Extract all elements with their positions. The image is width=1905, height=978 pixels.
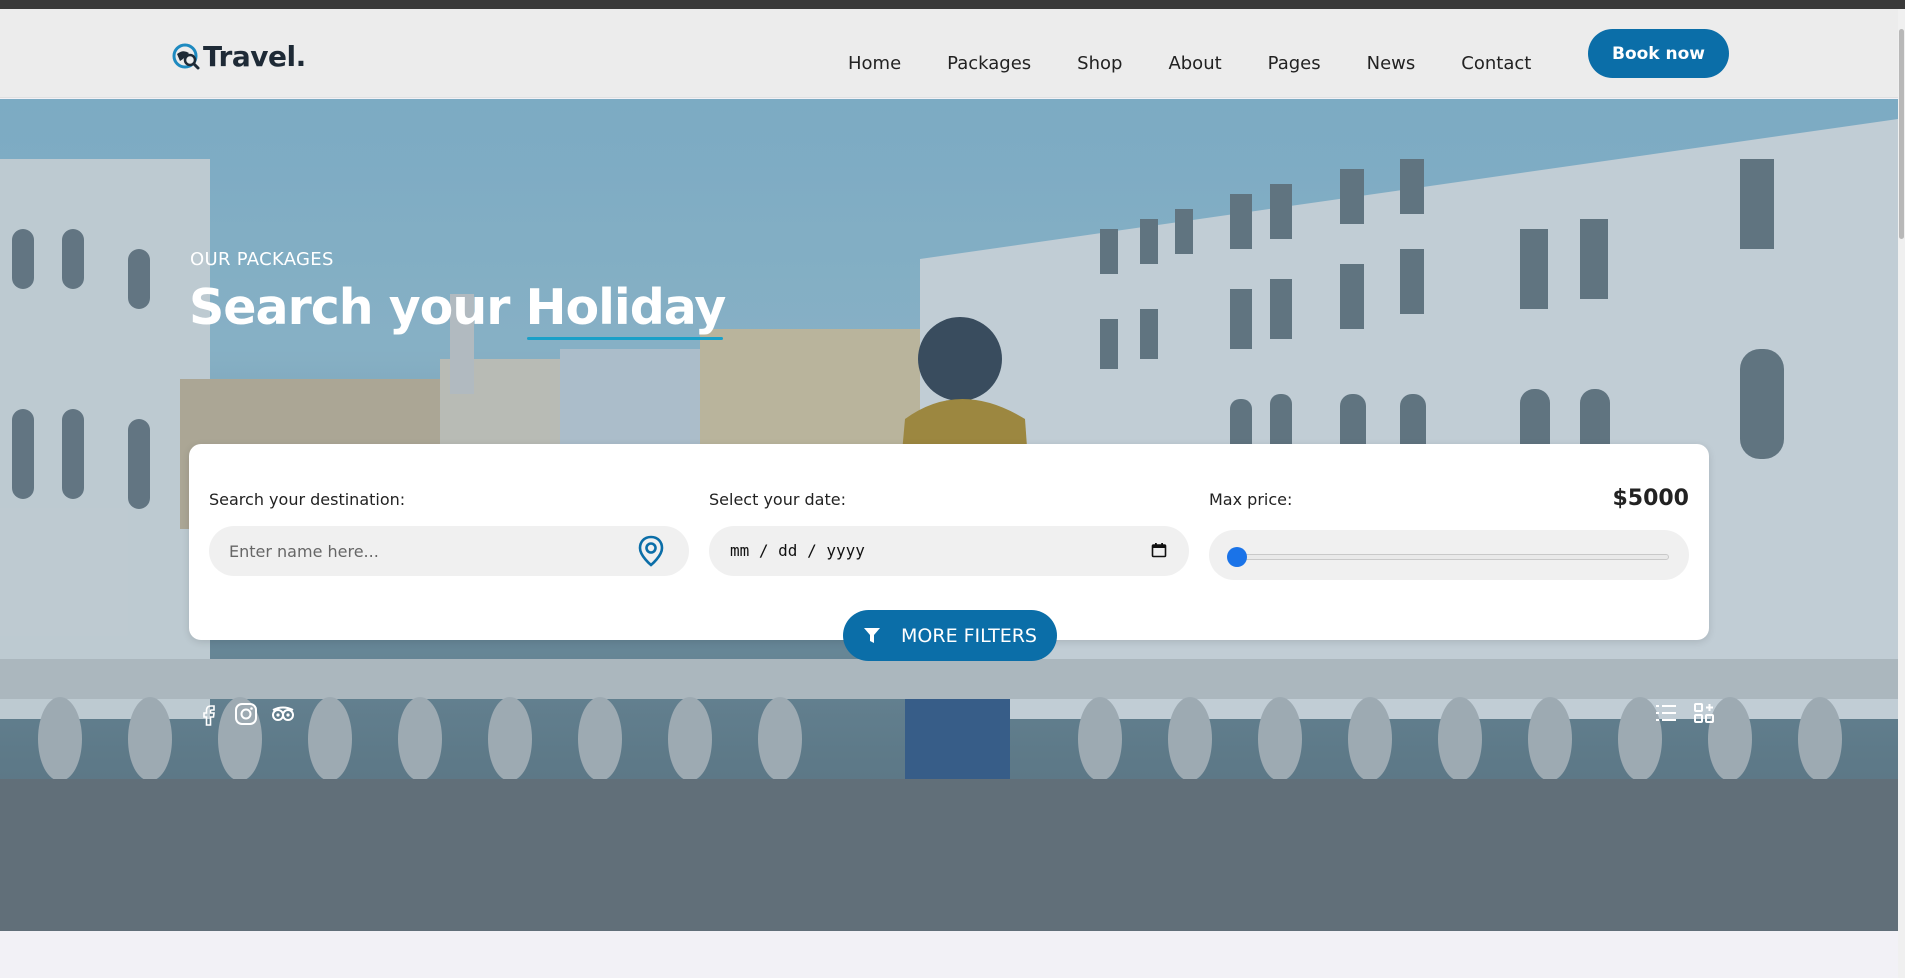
site-header: Travel. Home Packages Shop About Pages N… <box>0 9 1898 98</box>
view-toggle-group <box>1640 701 1716 725</box>
title-prefix: Search your <box>189 279 526 336</box>
tripadvisor-icon[interactable] <box>270 701 296 727</box>
more-filters-label: MORE FILTERS <box>901 624 1037 647</box>
nav-news[interactable]: News <box>1367 53 1416 74</box>
list-view-icon[interactable] <box>1654 701 1678 725</box>
page-title: Search your Holiday <box>189 279 726 340</box>
date-label: Select your date: <box>709 490 846 509</box>
filter-icon <box>864 627 881 643</box>
facebook-icon[interactable] <box>196 701 222 727</box>
hero-eyebrow: OUR PACKAGES <box>190 249 334 270</box>
destination-input[interactable] <box>229 526 629 576</box>
max-price-value: $5000 <box>1612 486 1689 511</box>
date-input-value[interactable]: mm / dd / yyyy <box>730 541 865 560</box>
location-pin-icon[interactable] <box>635 535 667 567</box>
logo-text: Travel. <box>203 39 306 73</box>
calendar-icon[interactable] <box>1151 542 1167 558</box>
price-slider-thumb[interactable] <box>1227 547 1247 567</box>
price-slider-track[interactable] <box>1239 554 1669 560</box>
destination-label: Search your destination: <box>209 490 406 509</box>
scrollbar-thumb[interactable] <box>1899 29 1904 239</box>
grid-view-icon[interactable] <box>1692 701 1716 725</box>
destination-field[interactable] <box>209 526 689 576</box>
site-logo[interactable]: Travel. <box>171 39 306 73</box>
nav-packages[interactable]: Packages <box>947 53 1031 74</box>
page-scrollbar[interactable] <box>1898 9 1905 978</box>
social-links <box>196 701 307 727</box>
nav-contact[interactable]: Contact <box>1461 53 1531 74</box>
main-nav: Home Packages Shop About Pages News Cont… <box>848 43 1531 83</box>
nav-shop[interactable]: Shop <box>1077 53 1122 74</box>
book-now-button[interactable]: Book now <box>1588 29 1729 78</box>
title-accent: Holiday <box>525 279 726 340</box>
price-slider[interactable] <box>1209 530 1689 580</box>
nav-home[interactable]: Home <box>848 53 901 74</box>
price-label: Max price: <box>1209 490 1293 509</box>
nav-about[interactable]: About <box>1168 53 1221 74</box>
browser-top-bar <box>0 0 1905 9</box>
more-filters-button[interactable]: MORE FILTERS <box>843 610 1057 661</box>
nav-pages[interactable]: Pages <box>1268 53 1321 74</box>
hero-section: OUR PACKAGES Search your Holiday Search … <box>0 99 1898 931</box>
date-field[interactable]: mm / dd / yyyy <box>709 526 1189 576</box>
page-below-hero <box>0 931 1898 978</box>
instagram-icon[interactable] <box>233 701 259 727</box>
logo-globe-icon <box>172 43 200 70</box>
